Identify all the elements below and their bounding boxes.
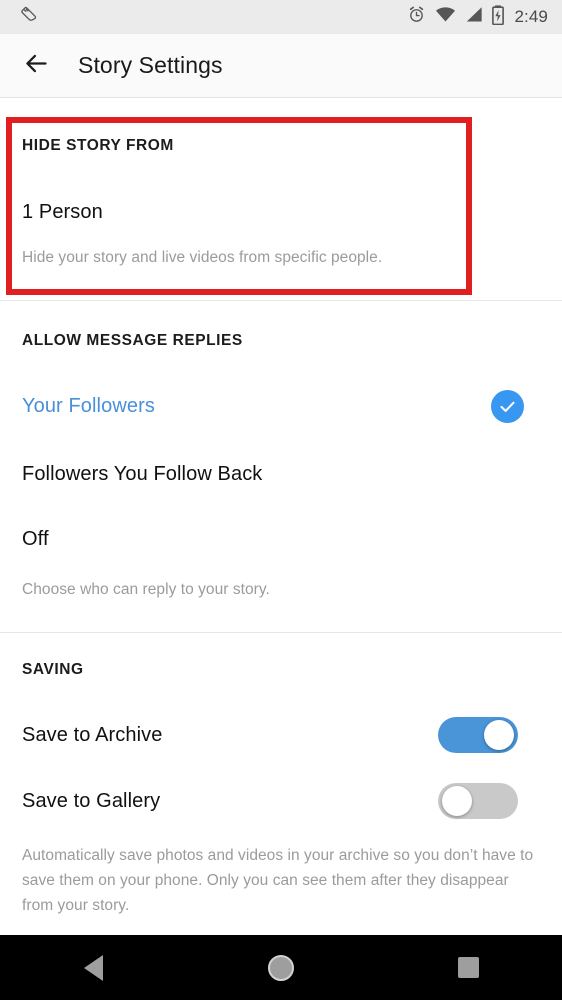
allow-message-replies-helper: Choose who can reply to your story. (22, 581, 270, 599)
nav-recents-button[interactable] (375, 935, 562, 1000)
section-saving: SAVING Save to Archive Save to Gallery A… (0, 633, 562, 918)
battery-charging-icon (491, 4, 504, 30)
option-row-your-followers[interactable]: Your Followers (0, 390, 562, 424)
check-circle-icon (491, 390, 524, 424)
row-save-to-archive[interactable]: Save to Archive (0, 717, 562, 754)
label-save-to-archive: Save to Archive (22, 723, 163, 746)
arrow-left-icon (23, 50, 50, 82)
option-row-followers-you-follow-back[interactable]: Followers You Follow Back (0, 459, 562, 489)
nav-back-button[interactable] (0, 935, 187, 1000)
status-bar-left (18, 4, 39, 30)
settings-content: HIDE STORY FROM 1 Person Hide your story… (0, 99, 562, 935)
status-bar-right: 2:49 (407, 4, 549, 30)
section-header-allow-message-replies: ALLOW MESSAGE REPLIES (22, 332, 243, 350)
recents-square-icon (457, 957, 479, 978)
status-bar: 2:49 (0, 0, 562, 34)
alarm-clock-icon (407, 5, 426, 29)
hide-story-from-helper: Hide your story and live videos from spe… (22, 249, 383, 266)
nav-home-button[interactable] (187, 935, 374, 1000)
saving-helper: Automatically save photos and videos in … (22, 847, 534, 915)
section-header-hide-story-from: HIDE STORY FROM (22, 137, 174, 154)
status-bar-clock: 2:49 (514, 7, 548, 26)
label-save-to-gallery: Save to Gallery (22, 789, 161, 812)
option-label-followers-you-follow-back: Followers You Follow Back (22, 462, 263, 485)
cellular-signal-icon (465, 6, 483, 28)
hide-story-from-row[interactable]: 1 Person (0, 197, 562, 227)
section-hide-story-from: HIDE STORY FROM 1 Person Hide your story… (0, 99, 562, 270)
back-triangle-icon (84, 954, 104, 981)
phone-screen: 2:49 Story Settings HIDE STORY FROM 1 Pe… (0, 0, 562, 1000)
option-label-your-followers: Your Followers (22, 395, 155, 418)
option-label-off: Off (22, 527, 49, 550)
toggle-save-to-gallery[interactable] (438, 783, 518, 820)
page-title: Story Settings (78, 52, 223, 78)
app-bar: Story Settings (0, 34, 562, 98)
android-navigation-bar (0, 935, 562, 1000)
toggle-save-to-archive[interactable] (438, 717, 518, 754)
shoe-fitness-icon (18, 4, 39, 30)
option-row-off[interactable]: Off (0, 524, 562, 554)
section-header-saving: SAVING (22, 661, 84, 679)
section-allow-message-replies: ALLOW MESSAGE REPLIES Your Followers Fol… (0, 301, 562, 602)
home-circle-icon (267, 954, 294, 981)
back-button[interactable] (8, 38, 64, 94)
toggle-knob (484, 720, 514, 751)
hide-story-from-value: 1 Person (22, 200, 103, 223)
row-save-to-gallery[interactable]: Save to Gallery (0, 783, 562, 820)
toggle-knob (442, 786, 472, 817)
wifi-icon (435, 6, 456, 28)
